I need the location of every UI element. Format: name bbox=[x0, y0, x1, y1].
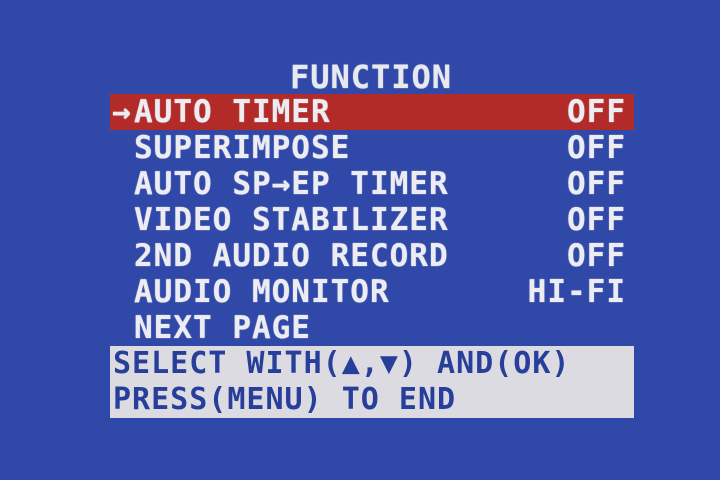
menu-item-label: SUPERIMPOSE bbox=[134, 130, 351, 166]
help-line-select: SELECT WITH(▲,▼) AND(OK) bbox=[113, 346, 571, 381]
menu-item-audio-monitor[interactable]: AUDIO MONITOR HI-FI bbox=[110, 274, 634, 310]
help-instructions: SELECT WITH(▲,▼) AND(OK) PRESS(MENU) TO … bbox=[110, 346, 634, 418]
menu-item-label: AUTO SP→EP TIMER bbox=[134, 166, 449, 202]
help-line-end: PRESS(MENU) TO END bbox=[113, 382, 457, 417]
menu-item-video-stabilizer[interactable]: VIDEO STABILIZER OFF bbox=[110, 202, 634, 238]
menu-item-label: AUTO TIMER bbox=[134, 94, 331, 130]
menu-title: FUNCTION bbox=[289, 58, 453, 96]
menu-item-value: HI-FI bbox=[527, 274, 626, 310]
osd-screen: FUNCTION → AUTO TIMER OFF SUPERIMPOSE OF… bbox=[0, 0, 720, 480]
menu-item-label: AUDIO MONITOR bbox=[134, 274, 390, 310]
function-menu: → AUTO TIMER OFF SUPERIMPOSE OFF AUTO SP… bbox=[110, 94, 634, 346]
menu-item-value: OFF bbox=[567, 130, 626, 166]
menu-item-auto-timer[interactable]: → AUTO TIMER OFF bbox=[110, 94, 634, 130]
selection-arrow-icon: → bbox=[112, 94, 132, 130]
menu-item-next-page[interactable]: NEXT PAGE bbox=[110, 310, 634, 346]
menu-item-value: OFF bbox=[567, 238, 626, 274]
menu-item-value: OFF bbox=[567, 94, 626, 130]
menu-item-label: NEXT PAGE bbox=[134, 310, 311, 346]
menu-item-superimpose[interactable]: SUPERIMPOSE OFF bbox=[110, 130, 634, 166]
menu-item-auto-sp-ep-timer[interactable]: AUTO SP→EP TIMER OFF bbox=[110, 166, 634, 202]
menu-item-value: OFF bbox=[567, 202, 626, 238]
menu-item-label: VIDEO STABILIZER bbox=[134, 202, 449, 238]
menu-item-value: OFF bbox=[567, 166, 626, 202]
menu-item-label: 2ND AUDIO RECORD bbox=[134, 238, 449, 274]
menu-item-2nd-audio-record[interactable]: 2ND AUDIO RECORD OFF bbox=[110, 238, 634, 274]
